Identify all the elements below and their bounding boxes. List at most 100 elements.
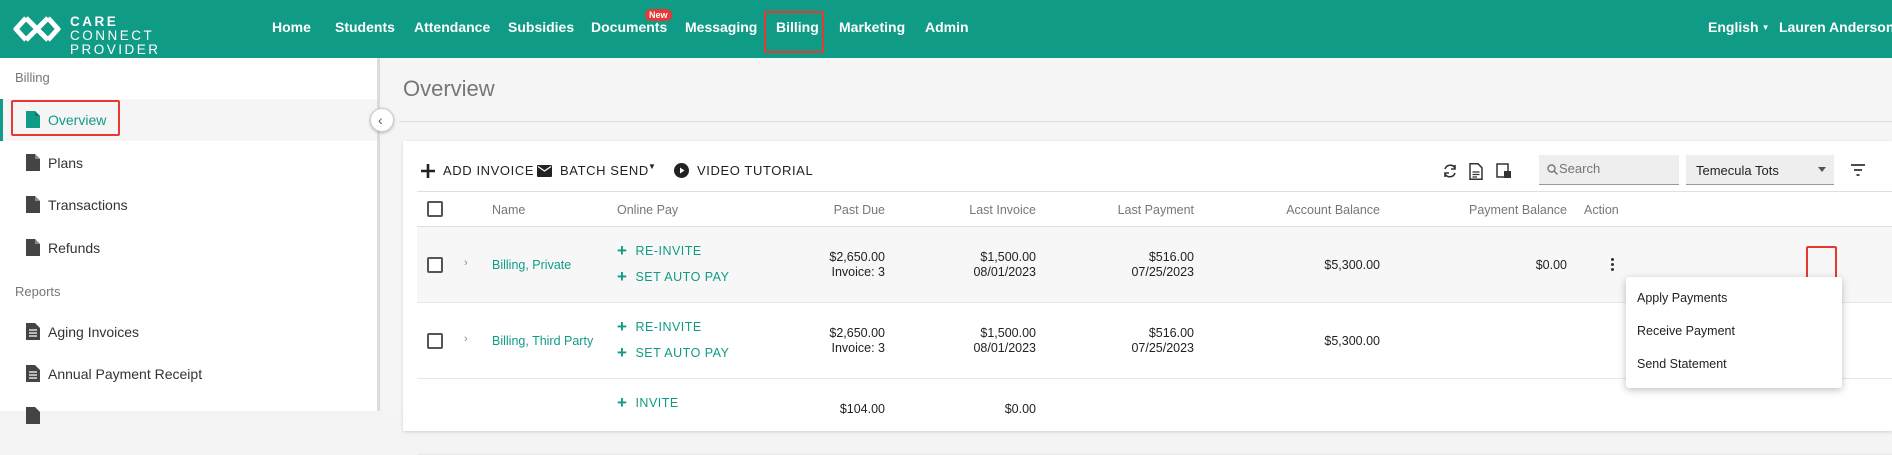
re-invite-label: RE-INVITE (635, 320, 702, 334)
add-invoice-button[interactable]: ADD INVOICE (421, 163, 534, 178)
refresh-icon[interactable] (1442, 163, 1460, 181)
user-menu-dropdown[interactable]: Lauren Anderson▼ (1779, 19, 1892, 35)
set-auto-pay-label: SET AUTO PAY (635, 270, 730, 284)
column-header-action: Action (1584, 203, 1619, 217)
plus-icon: + (617, 393, 628, 412)
language-label: English (1708, 19, 1759, 35)
video-tutorial-label: VIDEO TUTORIAL (697, 163, 814, 178)
chevron-down-icon (1818, 167, 1826, 172)
sidebar-item-aging-invoices[interactable]: Aging Invoices (0, 311, 377, 353)
nav-subsidies[interactable]: Subsidies (508, 19, 574, 35)
language-dropdown[interactable]: English ▼ (1708, 19, 1769, 35)
chevron-right-icon[interactable]: › (464, 333, 468, 345)
sidebar-collapse-button[interactable]: ‹ (370, 108, 394, 132)
chevron-right-icon[interactable]: › (464, 257, 468, 269)
plus-icon (421, 163, 435, 178)
last-invoice-date: 08/01/2023 (973, 341, 1036, 355)
page-title: Overview (403, 76, 495, 101)
sidebar-item-refunds[interactable]: Refunds (0, 227, 377, 269)
last-payment-date: 07/25/2023 (1131, 265, 1194, 279)
column-header-payment-balance[interactable]: Payment Balance (1447, 203, 1567, 217)
past-due-cell: $104.00 (839, 402, 885, 416)
account-balance-cell: $5,300.00 (1324, 334, 1380, 348)
nav-billing[interactable]: Billing (776, 19, 819, 35)
column-header-last-invoice[interactable]: Last Invoice (937, 203, 1036, 217)
account-balance-cell: $5,300.00 (1324, 258, 1380, 272)
batch-send-dropdown[interactable]: ▼ (648, 162, 657, 171)
sidebar-item-overview[interactable]: Overview (0, 99, 377, 141)
nav-attendance[interactable]: Attendance (414, 19, 490, 35)
sidebar-item-label: Overview (48, 112, 107, 128)
set-auto-pay-button[interactable]: + SET AUTO PAY (617, 267, 730, 286)
nav-home[interactable]: Home (272, 19, 311, 35)
care-connect-logo[interactable]: CARE CONNECT PROVIDER (12, 12, 232, 57)
batch-send-label: BATCH SEND (560, 163, 649, 178)
invite-label: INVITE (635, 396, 679, 410)
column-header-past-due[interactable]: Past Due (797, 203, 885, 217)
nav-messaging[interactable]: Messaging (685, 19, 757, 35)
filter-icon[interactable] (1851, 163, 1865, 181)
sidebar-item-label: Plans (48, 155, 84, 171)
row-action-menu-button[interactable] (1599, 251, 1627, 279)
last-payment-amount: $516.00 (1148, 250, 1194, 264)
top-navigation-bar: CARE CONNECT PROVIDER Home Students Atte… (0, 0, 1892, 58)
play-circle-icon (674, 163, 689, 178)
last-payment-amount: $516.00 (1148, 326, 1194, 340)
re-invite-button[interactable]: + RE-INVITE (617, 317, 702, 336)
row-checkbox[interactable] (427, 257, 443, 273)
nav-marketing[interactable]: Marketing (839, 19, 905, 35)
search-icon (1547, 164, 1558, 175)
account-name-link[interactable]: Billing, Third Party (492, 334, 593, 348)
set-auto-pay-button[interactable]: + SET AUTO PAY (617, 344, 730, 361)
sidebar-item-label: Transactions (48, 197, 128, 213)
sidebar-item-more[interactable] (0, 395, 377, 437)
menu-item-send-statement[interactable]: Send Statement (1637, 357, 1727, 371)
sidebar-item-annual-payment-receipt[interactable]: Annual Payment Receipt (0, 353, 377, 395)
center-select-value: Temecula Tots (1696, 163, 1779, 178)
search-input[interactable] (1559, 161, 1674, 176)
sidebar-item-plans[interactable]: Plans (0, 142, 377, 184)
sidebar-section-billing: Billing (15, 70, 50, 85)
re-invite-button[interactable]: + RE-INVITE (617, 241, 702, 260)
plus-icon: + (617, 241, 628, 260)
plus-icon: + (617, 267, 628, 286)
document-icon (26, 111, 40, 128)
column-header-last-payment[interactable]: Last Payment (1094, 203, 1194, 217)
row-action-menu: Apply Payments Receive Payment Send Stat… (1626, 277, 1842, 388)
nav-students[interactable]: Students (335, 19, 395, 35)
device-settings-icon[interactable] (1496, 163, 1514, 181)
nav-documents[interactable]: Documents (591, 19, 667, 35)
payment-balance-cell: $0.00 (1535, 258, 1567, 272)
batch-send-button[interactable]: BATCH SEND (537, 163, 649, 178)
menu-item-receive-payment[interactable]: Receive Payment (1637, 324, 1735, 338)
last-payment-cell: $516.00 07/25/2023 (1094, 250, 1194, 280)
table-row[interactable]: + INVITE $104.00 $0.00 (417, 379, 1892, 455)
past-due-invoice-count: Invoice: 3 (831, 265, 885, 279)
sidebar: Billing Overview Plans Transactions Refu… (0, 58, 380, 424)
account-name-link[interactable]: Billing, Private (492, 258, 571, 272)
last-payment-date: 07/25/2023 (1131, 341, 1194, 355)
last-invoice-amount: $1,500.00 (980, 250, 1036, 264)
video-tutorial-button[interactable]: VIDEO TUTORIAL (674, 163, 813, 178)
user-name: Lauren Anderson (1779, 19, 1892, 35)
export-file-icon[interactable] (1469, 163, 1487, 181)
nav-admin[interactable]: Admin (925, 19, 969, 35)
search-field[interactable] (1539, 155, 1679, 185)
sidebar-item-transactions[interactable]: Transactions (0, 184, 377, 226)
report-icon (26, 407, 40, 424)
column-header-online-pay[interactable]: Online Pay (617, 203, 678, 217)
column-header-name[interactable]: Name (492, 203, 525, 217)
invite-button[interactable]: + INVITE (617, 393, 679, 412)
sidebar-item-label: Annual Payment Receipt (48, 366, 203, 382)
menu-item-apply-payments[interactable]: Apply Payments (1637, 291, 1727, 305)
column-header-account-balance[interactable]: Account Balance (1260, 203, 1380, 217)
plus-icon: + (617, 317, 628, 336)
row-checkbox[interactable] (427, 333, 443, 349)
center-select[interactable]: Temecula Tots (1686, 155, 1834, 185)
sidebar-item-label: Aging Invoices (48, 324, 140, 340)
select-all-checkbox[interactable] (427, 201, 443, 217)
set-auto-pay-label: SET AUTO PAY (635, 346, 730, 360)
new-badge: New (645, 9, 672, 21)
past-due-cell: $2,650.00 Invoice: 3 (797, 250, 885, 280)
past-due-amount: $2,650.00 (829, 250, 885, 264)
